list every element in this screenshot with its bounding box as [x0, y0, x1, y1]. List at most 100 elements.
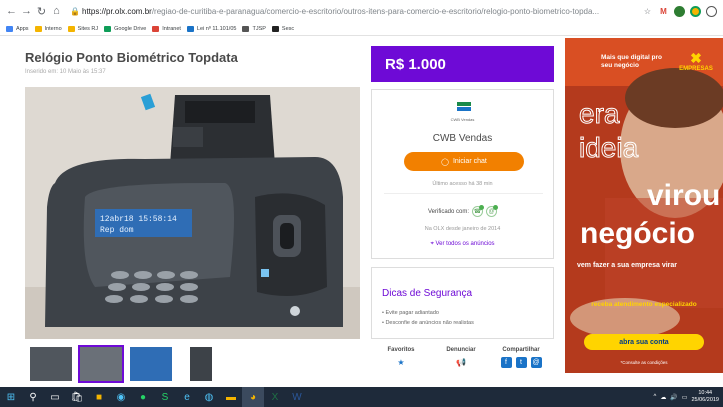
thumbnail-1[interactable]: [30, 347, 72, 381]
ad-headline: Mais que digital pro seu negócio: [601, 54, 663, 69]
apps-grid-icon: [6, 25, 13, 32]
star-icon[interactable]: ★: [396, 357, 407, 368]
back-arrow-icon[interactable]: ←: [4, 3, 19, 19]
listing-main-photo[interactable]: 12abr18 15:58:14 Rep dom: [25, 87, 360, 339]
thumbnail-3[interactable]: [130, 347, 172, 381]
search-icon[interactable]: ⚲: [22, 387, 44, 407]
word-icon[interactable]: W: [286, 387, 308, 407]
verified-row: Verificado com: ☎ @: [372, 205, 553, 217]
url-host: https://pr.olx.com.br: [82, 6, 152, 16]
screen: ← → ↻ ⌂ 🔒 https://pr.olx.com.br /regiao-…: [0, 0, 723, 407]
thumbnail-4[interactable]: [190, 347, 212, 381]
flag-icon: [186, 25, 194, 32]
email-verified-icon: @: [486, 205, 499, 217]
seller-logo-caption: CWB Vendas: [450, 117, 475, 122]
extension-green-icon[interactable]: [674, 5, 685, 17]
home-icon[interactable]: ⌂: [49, 3, 64, 19]
globe-icon[interactable]: ◍: [198, 387, 220, 407]
forward-arrow-icon[interactable]: →: [19, 3, 34, 19]
binoculars-icon: ⌖: [430, 241, 434, 247]
volume-icon[interactable]: 🔊: [670, 394, 677, 401]
clock[interactable]: 10:44 25/06/2019: [691, 390, 719, 404]
star-icon[interactable]: ☆: [642, 6, 653, 17]
store-icon[interactable]: 🛍: [66, 387, 88, 407]
bookmark-tjsp[interactable]: TJSP: [242, 25, 266, 32]
bookmark-interno[interactable]: Interno: [34, 25, 62, 32]
chat-bubble-icon: ◯: [441, 158, 449, 166]
bookmark-sesc[interactable]: Sesc: [271, 25, 294, 32]
windows-taskbar: ⊞ ⚲ ▭ 🛍 ■ ◉ ● S e ◍ ▬ ◕ X W ^ ☁ 🔊 ▭ 10:4…: [0, 387, 723, 407]
address-bar[interactable]: 🔒 https://pr.olx.com.br /regiao-de-curit…: [70, 3, 642, 19]
seller-name: CWB Vendas: [432, 133, 493, 144]
scale-icon: [242, 25, 250, 32]
listing-actions: Favoritos ★ Denunciar 📢 Compartilhar f t…: [371, 347, 554, 387]
windows-start-icon[interactable]: ⊞: [0, 387, 22, 407]
photo-thumbnails: [30, 345, 212, 383]
ad-word-era: era: [578, 98, 620, 130]
ad-word-virou: virou: [647, 179, 721, 212]
device-lcd-line1: 12abr18 15:58:14: [100, 215, 177, 224]
twitter-icon[interactable]: t: [515, 357, 527, 368]
bookmark-apps[interactable]: Apps: [6, 25, 29, 32]
safety-tip: • Desconfie de anúncios não realistas: [382, 320, 474, 326]
price-banner: R$ 1.000: [371, 46, 554, 82]
bank-advertisement[interactable]: Mais que digital pro seu negócio ✖ EMPRE…: [565, 38, 723, 373]
battery-icon[interactable]: ▭: [682, 394, 688, 401]
browser-toolbar: ← → ↻ ⌂ 🔒 https://pr.olx.com.br /regiao-…: [0, 0, 723, 22]
share-action: Compartilhar f t @: [500, 347, 542, 368]
lock-icon: 🔒: [70, 6, 80, 16]
bookmark-google-drive[interactable]: Google Drive: [104, 25, 146, 32]
app-s-icon[interactable]: S: [154, 387, 176, 407]
gmail-icon[interactable]: M: [658, 6, 669, 17]
bb-logo-icon: ✖ EMPRESAS: [679, 50, 713, 72]
edge-icon[interactable]: e: [176, 387, 198, 407]
time-clock-device-illustration: 12abr18 15:58:14 Rep dom: [25, 87, 360, 339]
ad-footnote: *Consulte as condições: [620, 360, 668, 365]
sesc-icon: [271, 25, 279, 32]
divider: [384, 193, 543, 194]
excel-icon[interactable]: X: [264, 387, 286, 407]
url-path: /regiao-de-curitiba-e-paranagua/comercio…: [151, 6, 600, 16]
listing-title: Relógio Ponto Biométrico Topdata: [25, 50, 238, 65]
safety-tips-title: Dicas de Segurança: [382, 288, 473, 299]
phone-verified-icon: ☎: [472, 205, 485, 217]
open-account-button[interactable]: abra sua conta: [584, 334, 704, 350]
file-explorer-icon[interactable]: ▬: [220, 387, 242, 407]
ad-word-negocio: negócio: [580, 217, 696, 250]
favorites-action: Favoritos ★: [387, 347, 415, 368]
drive-icon: [104, 25, 112, 32]
skype-icon[interactable]: ◉: [110, 387, 132, 407]
chrome-icon[interactable]: ◕: [242, 387, 264, 407]
bookmark-sites-rj[interactable]: Sites RJ: [67, 25, 98, 32]
bookmark-intranet[interactable]: Intranet: [152, 25, 181, 32]
safety-tip: • Evite pagar adiantado: [382, 310, 439, 316]
bookmarks-bar: Apps Interno Sites RJ Google Drive Intra…: [0, 22, 723, 36]
seller-member-since: Na OLX desde janeiro de 2014: [424, 226, 501, 232]
chevron-up-icon[interactable]: ^: [653, 394, 656, 400]
ad-small-text: receba atendimento especializado: [591, 301, 697, 308]
megaphone-icon[interactable]: 📢: [456, 357, 467, 368]
seller-card: CWB Vendas CWB Vendas ◯ Iniciar chat Últ…: [371, 89, 554, 259]
thumbnail-2-selected[interactable]: [78, 345, 124, 383]
network-icon[interactable]: ☁: [660, 394, 666, 401]
report-action: Denunciar 📢: [446, 347, 476, 368]
listing-price: R$ 1.000: [385, 56, 446, 73]
start-chat-button[interactable]: ◯ Iniciar chat: [404, 152, 524, 171]
sticky-notes-icon[interactable]: ■: [88, 387, 110, 407]
seller-last-access: Último acesso há 38 min: [432, 181, 493, 187]
email-share-icon[interactable]: @: [530, 357, 542, 368]
ad-subtitle: vem fazer a sua empresa virar: [577, 262, 678, 269]
extension-chrome-icon[interactable]: [690, 5, 701, 17]
reload-icon[interactable]: ↻: [34, 3, 49, 19]
folder-icon: [34, 25, 42, 32]
whatsapp-icon[interactable]: ●: [132, 387, 154, 407]
folder-icon: [67, 25, 75, 32]
device-lcd-line2: Rep dom: [100, 226, 134, 235]
see-all-ads-link[interactable]: ⌖ Ver todos os anúncios: [372, 241, 553, 248]
task-view-icon[interactable]: ▭: [44, 387, 66, 407]
listing-page: Relógio Ponto Biométrico Topdata Inserid…: [0, 37, 723, 387]
facebook-icon[interactable]: f: [500, 357, 512, 368]
intranet-icon: [152, 25, 160, 32]
extension-circle-icon[interactable]: [706, 5, 717, 17]
bookmark-lei[interactable]: Lei nº 11.101/05: [186, 25, 236, 32]
